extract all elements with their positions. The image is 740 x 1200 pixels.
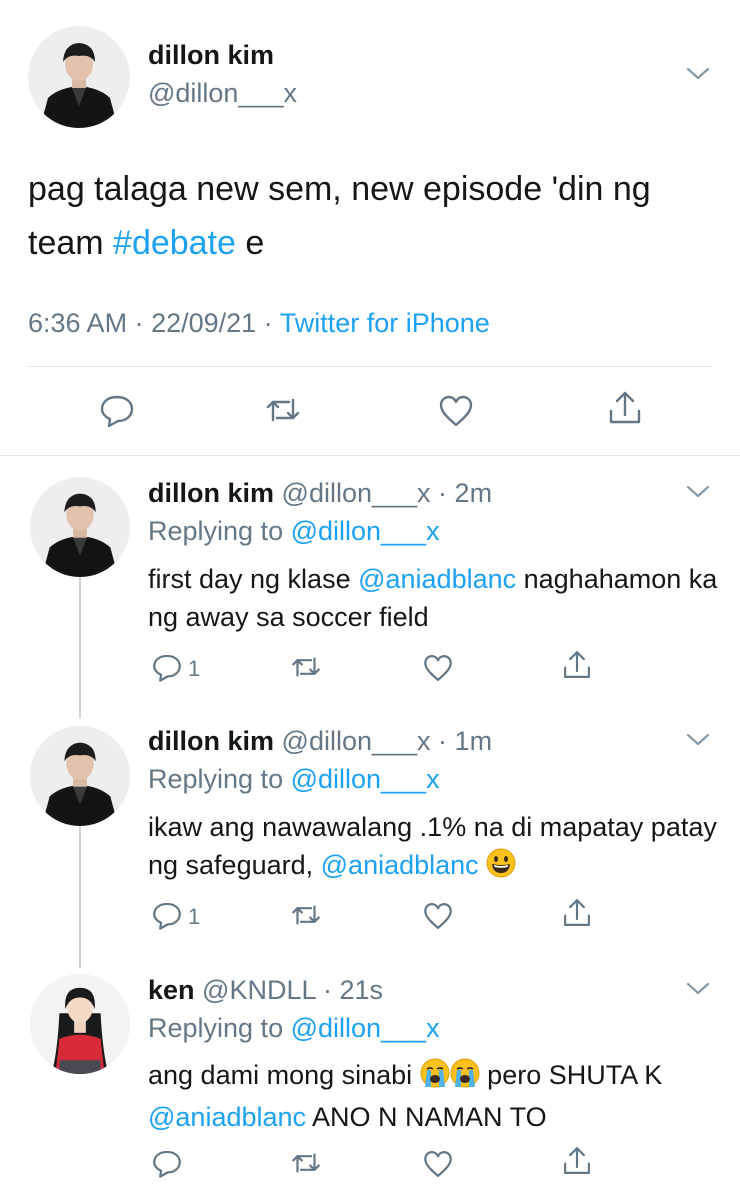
avatar[interactable] bbox=[30, 974, 130, 1074]
retweet-icon[interactable] bbox=[289, 898, 323, 932]
reply-text-part: first day ng klase bbox=[148, 564, 359, 594]
replying-to: Replying to @dillon___x bbox=[148, 1013, 440, 1044]
tweet-metadata: 6:36 AM · 22/09/21 · Twitter for iPhone bbox=[28, 308, 490, 339]
retweet-icon[interactable] bbox=[263, 390, 303, 430]
retweet-icon[interactable] bbox=[289, 650, 323, 684]
mention-link[interactable]: @aniadblanc bbox=[148, 1102, 306, 1132]
author-name[interactable]: dillon kim bbox=[148, 478, 274, 508]
reply-header: ken @KNDLL · 21s bbox=[148, 975, 384, 1005]
tweet-age: 1m bbox=[454, 726, 493, 756]
replying-to-link[interactable]: @dillon___x bbox=[291, 516, 440, 546]
tweet-text: pag talaga new sem, new episode 'din ng … bbox=[28, 162, 718, 270]
replying-to-link[interactable]: @dillon___x bbox=[291, 764, 440, 794]
share-icon[interactable] bbox=[605, 388, 645, 428]
grinning-face-emoji bbox=[486, 848, 516, 888]
avatar[interactable] bbox=[30, 726, 130, 826]
retweet-icon[interactable] bbox=[289, 1146, 323, 1180]
author-handle[interactable]: @dillon___x bbox=[148, 78, 297, 109]
reply-text: first day ng klase @aniadblanc naghahamo… bbox=[148, 560, 718, 636]
share-icon[interactable] bbox=[560, 648, 594, 682]
author-handle[interactable]: @KNDLL bbox=[202, 975, 315, 1005]
chevron-down-icon[interactable] bbox=[685, 484, 711, 500]
reply-text: ang dami mong sinabi pero SHUTA K @aniad… bbox=[148, 1056, 718, 1136]
reply-count: 1 bbox=[188, 904, 201, 929]
tweet-date: 22/09/21 bbox=[151, 308, 257, 338]
share-icon[interactable] bbox=[560, 896, 594, 930]
separator-dot: · bbox=[263, 308, 273, 338]
author-name[interactable]: dillon kim bbox=[148, 726, 274, 756]
thread-line bbox=[79, 820, 81, 968]
tweet-age: 21s bbox=[339, 975, 384, 1005]
divider bbox=[0, 455, 740, 456]
reply-icon[interactable] bbox=[97, 390, 137, 430]
mention-link[interactable]: @aniadblanc bbox=[321, 850, 479, 880]
chevron-down-icon[interactable] bbox=[685, 732, 711, 748]
avatar[interactable] bbox=[28, 26, 130, 128]
reply-icon[interactable] bbox=[150, 898, 184, 932]
replying-to-link[interactable]: @dillon___x bbox=[291, 1013, 440, 1043]
reply-header: dillon kim @dillon___x · 1m bbox=[148, 726, 493, 756]
replying-to-label: Replying to bbox=[148, 516, 291, 546]
heart-icon[interactable] bbox=[436, 391, 476, 431]
heart-icon[interactable] bbox=[421, 651, 455, 685]
replying-to: Replying to @dillon___x bbox=[148, 764, 440, 795]
reply-text: ikaw ang nawawalang .1% na di mapatay pa… bbox=[148, 808, 718, 888]
hashtag-link[interactable]: #debate bbox=[113, 224, 236, 262]
tweet-age: 2m bbox=[454, 478, 493, 508]
tweet-time: 6:36 AM bbox=[28, 308, 128, 338]
heart-icon[interactable] bbox=[421, 1147, 455, 1181]
author-name[interactable]: ken bbox=[148, 975, 195, 1005]
reply-count: 1 bbox=[188, 656, 201, 681]
replying-to: Replying to @dillon___x bbox=[148, 516, 440, 547]
tweet-source-link[interactable]: Twitter for iPhone bbox=[280, 308, 490, 338]
share-icon[interactable] bbox=[560, 1144, 594, 1178]
avatar[interactable] bbox=[30, 477, 130, 577]
reply-header: dillon kim @dillon___x · 2m bbox=[148, 478, 493, 508]
thread-line bbox=[79, 570, 81, 718]
heart-icon[interactable] bbox=[421, 899, 455, 933]
author-handle[interactable]: @dillon___x bbox=[282, 726, 431, 756]
author-name[interactable]: dillon kim bbox=[148, 40, 274, 71]
reply-icon[interactable] bbox=[150, 650, 184, 684]
separator-dot: · bbox=[134, 308, 144, 338]
reply-text-part: pero SHUTA K bbox=[479, 1060, 663, 1090]
reply-text-part: ANO N NAMAN TO bbox=[306, 1102, 547, 1132]
replying-to-label: Replying to bbox=[148, 764, 291, 794]
loudly-crying-face-emoji bbox=[450, 1058, 480, 1098]
divider bbox=[28, 366, 712, 367]
tweet-text-part: e bbox=[235, 224, 265, 262]
reply-text-part: ang dami mong sinabi bbox=[148, 1060, 420, 1090]
reply-icon[interactable] bbox=[150, 1146, 184, 1180]
loudly-crying-face-emoji bbox=[420, 1058, 450, 1098]
mention-link[interactable]: @aniadblanc bbox=[358, 564, 516, 594]
chevron-down-icon[interactable] bbox=[685, 66, 711, 82]
replying-to-label: Replying to bbox=[148, 1013, 291, 1043]
author-handle[interactable]: @dillon___x bbox=[282, 478, 431, 508]
chevron-down-icon[interactable] bbox=[685, 981, 711, 997]
